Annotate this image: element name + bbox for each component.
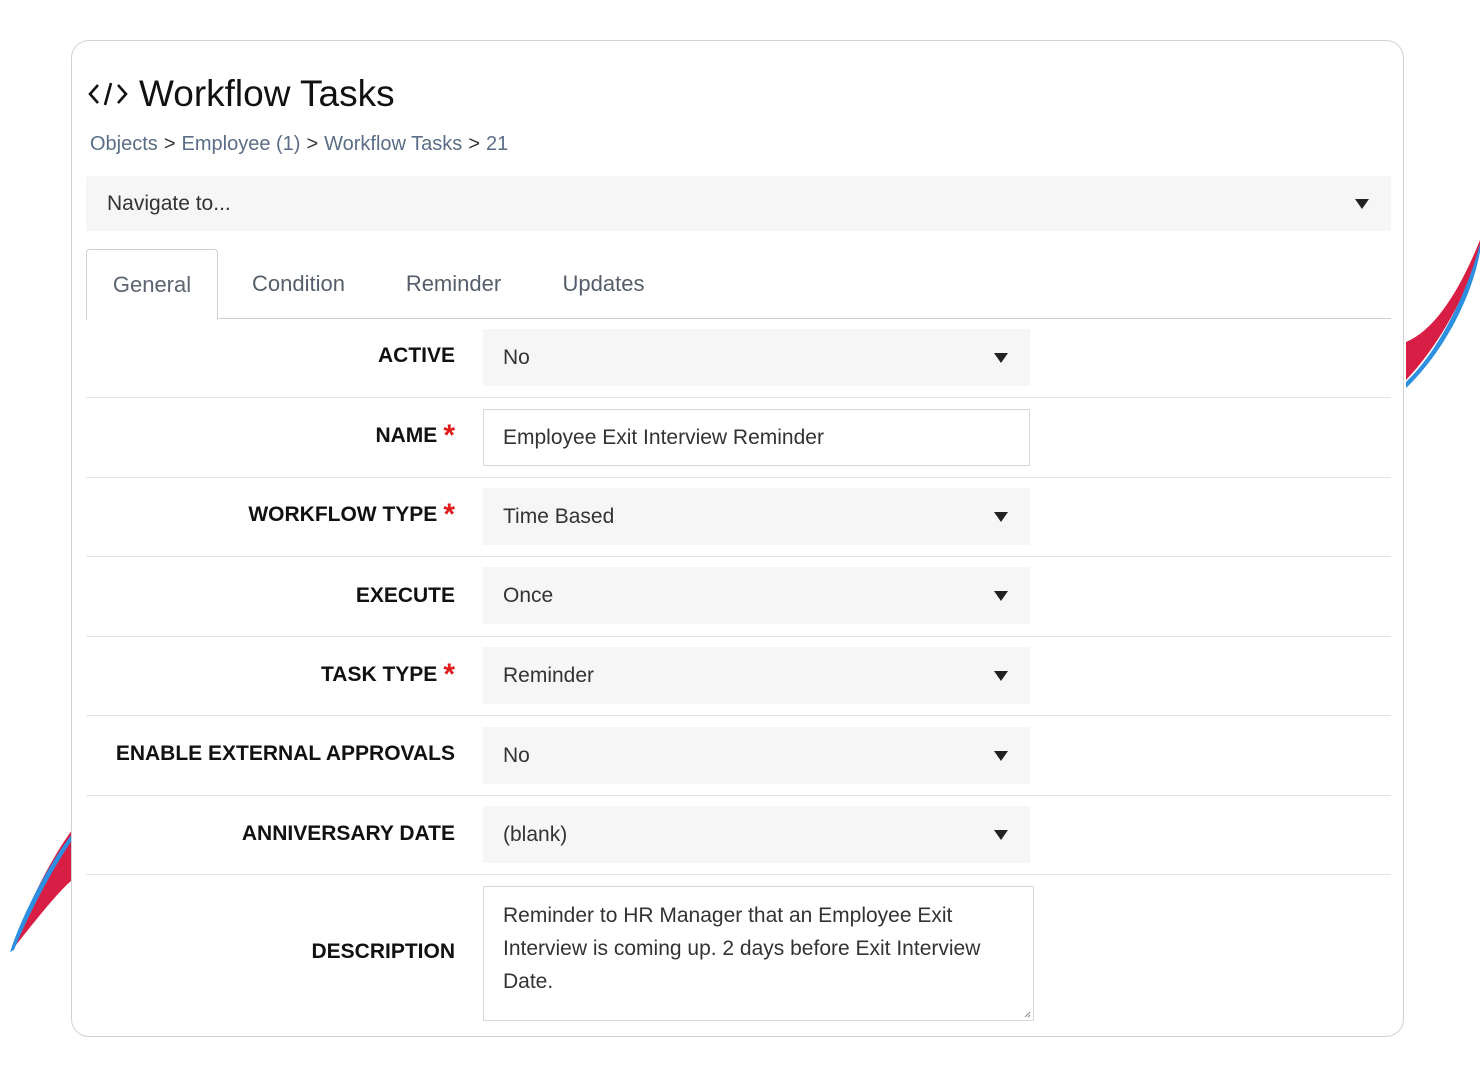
- caret-down-icon: [994, 353, 1008, 363]
- form-row-active: ACTIVE No: [86, 319, 1391, 398]
- field-label-anniversary-date: ANNIVERSARY DATE: [241, 822, 455, 845]
- anniversary-date-select[interactable]: (blank): [483, 806, 1030, 863]
- breadcrumb-employee[interactable]: Employee (1): [182, 133, 301, 155]
- form-row-execute: EXECUTE Once: [86, 557, 1391, 637]
- task-type-value: Reminder: [503, 663, 595, 687]
- description-value: Reminder to HR Manager that an Employee …: [503, 904, 981, 993]
- form-row-workflow-type: WORKFLOW TYPE * Time Based: [86, 478, 1391, 557]
- field-label-active: ACTIVE: [377, 344, 455, 367]
- workflow-task-card: Workflow Tasks Objects > Employee (1) > Work…: [71, 40, 1404, 1037]
- field-label-description: DESCRIPTION: [311, 940, 455, 963]
- resize-handle-icon[interactable]: [1023, 1010, 1031, 1018]
- required-asterisk-icon: *: [443, 658, 455, 691]
- breadcrumb-separator: >: [306, 133, 319, 155]
- breadcrumb-separator: >: [468, 133, 480, 155]
- tab-bar: General Condition Reminder Updates: [86, 249, 1391, 320]
- breadcrumb: Objects > Employee (1) > Workflow Tasks >21: [90, 133, 508, 156]
- execute-value: Once: [503, 583, 554, 607]
- form-row-description: DESCRIPTION Reminder to HR Manager that …: [86, 875, 1391, 1025]
- tab-condition[interactable]: Condition: [236, 249, 361, 319]
- page-title-text: Workflow Tasks: [139, 73, 395, 114]
- form-row-external-approvals: ENABLE EXTERNAL APPROVALS No: [86, 716, 1391, 796]
- required-asterisk-icon: *: [443, 419, 455, 452]
- breadcrumb-objects[interactable]: Objects: [90, 133, 158, 155]
- breadcrumb-workflow-tasks[interactable]: Workflow Tasks: [324, 133, 462, 155]
- tab-reminder[interactable]: Reminder: [391, 249, 516, 319]
- form-row-task-type: TASK TYPE * Reminder: [86, 637, 1391, 716]
- workflow-type-select[interactable]: Time Based: [483, 488, 1030, 545]
- navigate-to-placeholder: Navigate to...: [107, 191, 231, 215]
- required-asterisk-icon: *: [443, 498, 455, 531]
- description-textarea[interactable]: Reminder to HR Manager that an Employee …: [483, 886, 1034, 1021]
- external-approvals-value: No: [503, 743, 530, 767]
- external-approvals-select[interactable]: No: [483, 727, 1030, 784]
- caret-down-icon: [1355, 199, 1369, 209]
- execute-select[interactable]: Once: [483, 567, 1030, 624]
- active-select[interactable]: No: [483, 329, 1030, 386]
- form-row-name: NAME * Employee Exit Interview Reminder: [86, 398, 1391, 478]
- name-input[interactable]: Employee Exit Interview Reminder: [483, 409, 1030, 466]
- workflow-type-value: Time Based: [503, 504, 615, 528]
- page-title: Workflow Tasks: [87, 69, 395, 119]
- breadcrumb-current: 21: [486, 133, 509, 155]
- field-label-execute: EXECUTE: [355, 584, 455, 607]
- task-type-select[interactable]: Reminder: [483, 647, 1030, 704]
- field-label-task-type: TASK TYPE *: [321, 658, 455, 691]
- form-row-anniversary-date: ANNIVERSARY DATE (blank): [86, 796, 1391, 875]
- caret-down-icon: [994, 751, 1008, 761]
- caret-down-icon: [994, 830, 1008, 840]
- caret-down-icon: [994, 591, 1008, 601]
- breadcrumb-separator: >: [163, 133, 176, 155]
- active-value: No: [503, 345, 530, 369]
- code-icon: [87, 80, 129, 108]
- field-label-name: NAME *: [375, 419, 455, 452]
- field-label-external-approvals: ENABLE EXTERNAL APPROVALS: [115, 742, 455, 765]
- tab-general[interactable]: General: [86, 249, 218, 320]
- caret-down-icon: [994, 512, 1008, 522]
- navigate-to-select[interactable]: Navigate to...: [86, 176, 1391, 231]
- field-label-workflow-type: WORKFLOW TYPE *: [248, 498, 455, 531]
- anniversary-date-value: (blank): [503, 822, 568, 846]
- caret-down-icon: [994, 671, 1008, 681]
- tab-updates[interactable]: Updates: [541, 249, 666, 319]
